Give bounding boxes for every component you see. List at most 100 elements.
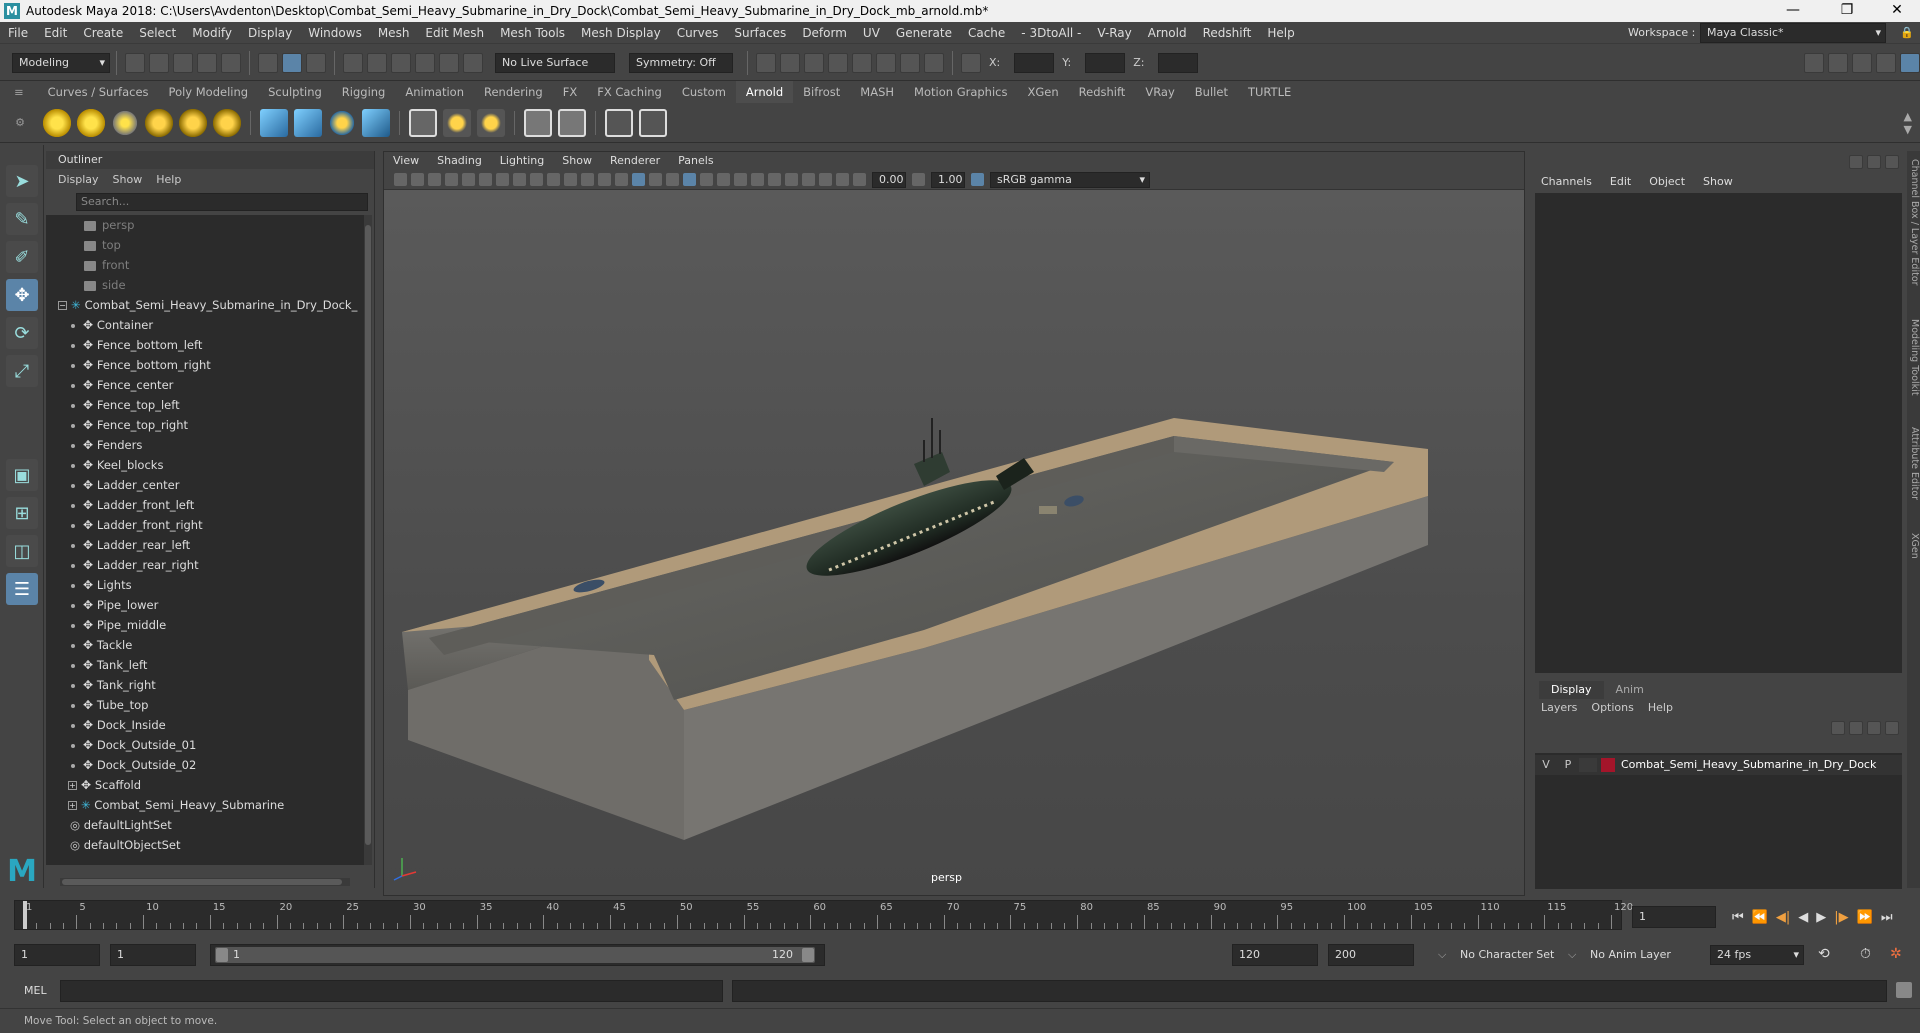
image-plane-icon[interactable] xyxy=(445,173,458,186)
preview-icon[interactable] xyxy=(605,108,633,137)
render-view-icon[interactable] xyxy=(409,108,437,137)
outliner-horizontal-scrollbar[interactable] xyxy=(60,878,350,886)
outliner-item[interactable]: ✥ Fence_center xyxy=(46,375,364,395)
shelf-tab-bifrost[interactable]: Bifrost xyxy=(793,81,850,103)
menu-uv[interactable]: UV xyxy=(855,22,888,44)
shelf-tab-bullet[interactable]: Bullet xyxy=(1185,81,1238,103)
side-tab-attribute-editor[interactable]: Attribute Editor xyxy=(1907,427,1920,500)
outliner-item[interactable]: ✥ Tank_right xyxy=(46,675,364,695)
shadows-icon[interactable] xyxy=(700,173,713,186)
outliner-item[interactable]: ✥ Fence_top_right xyxy=(46,415,364,435)
open-scene-icon[interactable] xyxy=(149,52,169,73)
viewport-menu-panels[interactable]: Panels xyxy=(669,152,722,170)
layer-menu-help[interactable]: Help xyxy=(1648,699,1673,717)
outliner-item-scaffold[interactable]: + ✥ Scaffold xyxy=(46,775,364,795)
viewport-menu-shading[interactable]: Shading xyxy=(428,152,491,170)
xray-icon[interactable] xyxy=(802,173,815,186)
expand-icon[interactable]: + xyxy=(68,801,77,810)
flush-light-icon[interactable] xyxy=(477,108,505,137)
save-scene-icon[interactable] xyxy=(173,52,193,73)
textured-icon[interactable] xyxy=(666,173,679,186)
shelf-tab-fx[interactable]: FX xyxy=(553,81,588,103)
render-settings-icon[interactable] xyxy=(828,52,848,73)
menu-mesh-tools[interactable]: Mesh Tools xyxy=(492,22,573,44)
workspace-dropdown[interactable]: Maya Classic* ▾ xyxy=(1700,23,1886,43)
outliner-item[interactable]: ✥ Pipe_middle xyxy=(46,615,364,635)
resolution-gate-icon[interactable] xyxy=(530,173,543,186)
outliner-item[interactable]: ✥ Dock_Outside_02 xyxy=(46,755,364,775)
outliner-item[interactable]: ✥ Ladder_center xyxy=(46,475,364,495)
move-layer-down-icon[interactable] xyxy=(1849,721,1863,735)
anim-layer-icon[interactable]: ⌵ xyxy=(1568,948,1576,962)
layer-menu-options[interactable]: Options xyxy=(1591,699,1633,717)
use-all-lights-icon[interactable] xyxy=(683,173,696,186)
new-scene-icon[interactable] xyxy=(125,52,145,73)
bookmark-icon[interactable] xyxy=(428,173,441,186)
menu-select[interactable]: Select xyxy=(131,22,184,44)
shelf-menu-icon[interactable]: ≡ xyxy=(0,81,38,103)
shelf-tab-rigging[interactable]: Rigging xyxy=(332,81,396,103)
outliner-item[interactable]: ✥ Tackle xyxy=(46,635,364,655)
shelf-settings-icon[interactable]: ⚙ xyxy=(0,116,40,129)
outliner-item[interactable]: ✥ Ladder_front_right xyxy=(46,515,364,535)
menu-edit-mesh[interactable]: Edit Mesh xyxy=(417,22,492,44)
shelf-tab-poly-modeling[interactable]: Poly Modeling xyxy=(159,81,259,103)
exposure-field[interactable]: 0.00 xyxy=(872,171,906,188)
shelf-tab-curves-surfaces[interactable]: Curves / Surfaces xyxy=(38,81,159,103)
layer-menu-layers[interactable]: Layers xyxy=(1541,699,1577,717)
menu-set-dropdown[interactable]: Modeling ▾ xyxy=(12,52,110,73)
lasso-tool-icon[interactable]: ✎ xyxy=(6,203,38,235)
depth-of-field-icon[interactable] xyxy=(768,173,781,186)
outliner-persp-layout-icon[interactable]: ◫ xyxy=(6,535,38,567)
smooth-shade-icon[interactable] xyxy=(632,173,645,186)
menu-modify[interactable]: Modify xyxy=(184,22,240,44)
auto-key-icon[interactable]: ⏱ xyxy=(1860,946,1871,962)
outliner-item[interactable]: ✥ Ladder_rear_left xyxy=(46,535,364,555)
range-slider-track[interactable]: 1 120 xyxy=(210,944,825,966)
film-gate-icon[interactable] xyxy=(513,173,526,186)
layer-color-swatch[interactable] xyxy=(1601,758,1615,772)
isolate-select-icon[interactable] xyxy=(785,173,798,186)
outliner-item[interactable]: ✥ Container xyxy=(46,315,364,335)
outliner-item[interactable]: ✥ Lights xyxy=(46,575,364,595)
gamma-icon[interactable] xyxy=(912,173,925,186)
y-coordinate-field[interactable] xyxy=(1085,52,1126,73)
shelf-tab-turtle[interactable]: TURTLE xyxy=(1238,81,1301,103)
command-input[interactable] xyxy=(60,980,723,1002)
scale-tool-icon[interactable]: ⤢ xyxy=(6,355,38,387)
render-setup-icon[interactable] xyxy=(900,52,920,73)
gate-mask-icon[interactable] xyxy=(547,173,560,186)
outliner-item[interactable]: ✥ Pipe_lower xyxy=(46,595,364,615)
outliner-item-root[interactable]: − ✳ Combat_Semi_Heavy_Submarine_in_Dry_Doc… xyxy=(46,295,364,315)
layer-tab-display[interactable]: Display xyxy=(1539,681,1604,699)
layer-type-toggle[interactable] xyxy=(1579,758,1597,772)
select-hierarchy-icon[interactable] xyxy=(258,52,278,73)
shelf-tab-fx-caching[interactable]: FX Caching xyxy=(587,81,672,103)
viewport-menu-show[interactable]: Show xyxy=(553,152,601,170)
range-slider-bar[interactable]: 1 120 xyxy=(215,947,815,963)
hypershade-icon[interactable] xyxy=(852,52,872,73)
lock-icon[interactable]: 🔒 xyxy=(1900,26,1914,39)
layer-visibility-toggle[interactable]: V xyxy=(1535,755,1557,775)
channel-menu-channels[interactable]: Channels xyxy=(1541,173,1592,191)
channel-menu-show[interactable]: Show xyxy=(1703,173,1733,191)
shelf-tab-mash[interactable]: MASH xyxy=(850,81,904,103)
x-coordinate-field[interactable] xyxy=(1014,52,1055,73)
outliner-item[interactable]: ✥ Keel_blocks xyxy=(46,455,364,475)
snap-curve-icon[interactable] xyxy=(367,52,387,73)
select-tool-icon[interactable]: ➤ xyxy=(6,165,38,197)
render-frame-icon[interactable] xyxy=(780,52,800,73)
playback-end-field[interactable]: 120 xyxy=(1232,944,1318,966)
collapse-icon[interactable]: − xyxy=(58,301,67,310)
outliner-item-top[interactable]: top xyxy=(46,235,364,255)
pause-icon[interactable] xyxy=(924,52,944,73)
arnold-render-icon[interactable] xyxy=(876,52,896,73)
outliner-layout-icon[interactable]: ☰ xyxy=(6,573,38,605)
color-management-icon[interactable] xyxy=(971,173,984,186)
channel-icon-3[interactable] xyxy=(1885,155,1899,169)
side-tab-channel-box[interactable]: Channel Box / Layer Editor xyxy=(1907,159,1920,286)
outliner-search-input[interactable]: Search... xyxy=(76,193,368,211)
ipr-render-icon[interactable] xyxy=(804,52,824,73)
side-tab-modeling-toolkit[interactable]: Modeling Toolkit xyxy=(1907,319,1920,396)
maximize-button[interactable]: ❐ xyxy=(1824,0,1870,22)
